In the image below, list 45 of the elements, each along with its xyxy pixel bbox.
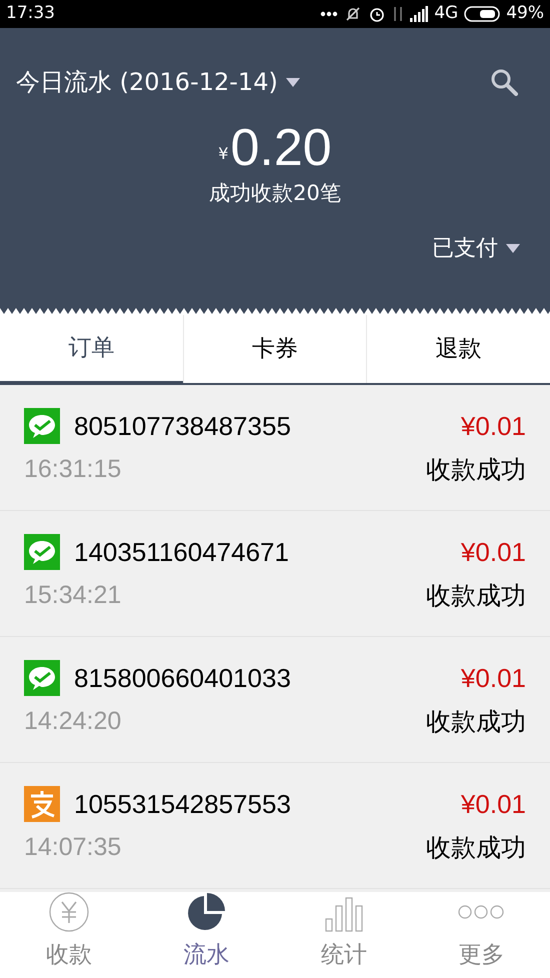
- order-status: 收款成功: [426, 706, 526, 738]
- pie-chart-icon: [186, 892, 226, 932]
- muted-bell-icon: [344, 5, 362, 23]
- alarm-icon: [368, 5, 386, 23]
- nav-tab[interactable]: 更多: [412, 892, 550, 978]
- order-time: 16:31:15: [24, 454, 122, 485]
- order-amount: ¥0.01: [460, 788, 526, 820]
- order-amount: ¥0.01: [460, 410, 526, 442]
- status-time: 17:33: [6, 2, 55, 26]
- battery-icon: [464, 6, 500, 22]
- signal-icon: [410, 6, 428, 22]
- total-amount: 0.20: [230, 120, 332, 176]
- chat-bubble-check-icon: [24, 408, 60, 444]
- status-filter[interactable]: 已支付: [432, 232, 520, 264]
- chat-bubble-check-icon: [24, 534, 60, 570]
- nav-tab[interactable]: 收款: [0, 892, 138, 978]
- more-dots-icon: [320, 11, 338, 17]
- order-status: 收款成功: [426, 832, 526, 864]
- date-selector[interactable]: 今日流水 (2016-12-14): [16, 64, 300, 100]
- data-arrows-icon: [392, 5, 404, 23]
- order-number: 805107738487355: [74, 410, 291, 442]
- payment-logo-icon: [24, 786, 60, 822]
- order-number: 140351160474671: [74, 536, 289, 568]
- order-time: 14:07:35: [24, 832, 122, 863]
- chat-bubble-check-icon: [24, 660, 60, 696]
- order-amount: ¥0.01: [460, 536, 526, 568]
- payment-summary: 成功收款20笔: [208, 180, 342, 207]
- order-number: 105531542857553: [74, 788, 291, 820]
- order-time: 15:34:21: [24, 580, 122, 611]
- currency-symbol: ¥: [218, 143, 228, 165]
- dropdown-caret-icon: [286, 78, 300, 86]
- order-time: 14:24:20: [24, 706, 122, 737]
- order-status: 收款成功: [426, 454, 526, 486]
- order-number: 815800660401033: [74, 662, 291, 694]
- nav-tab[interactable]: 统计: [275, 892, 412, 978]
- tab[interactable]: 卡券: [182, 315, 366, 383]
- tab[interactable]: 退款: [366, 315, 550, 383]
- order-amount: ¥0.01: [460, 662, 526, 694]
- order-status: 收款成功: [426, 580, 526, 612]
- battery-percent: 49%: [506, 2, 544, 26]
- yen-circle-icon: [48, 892, 89, 932]
- network-type: 4G: [434, 2, 458, 26]
- search-icon: [490, 68, 518, 96]
- dropdown-caret-icon: [506, 244, 520, 252]
- nav-tab[interactable]: 流水: [138, 892, 275, 978]
